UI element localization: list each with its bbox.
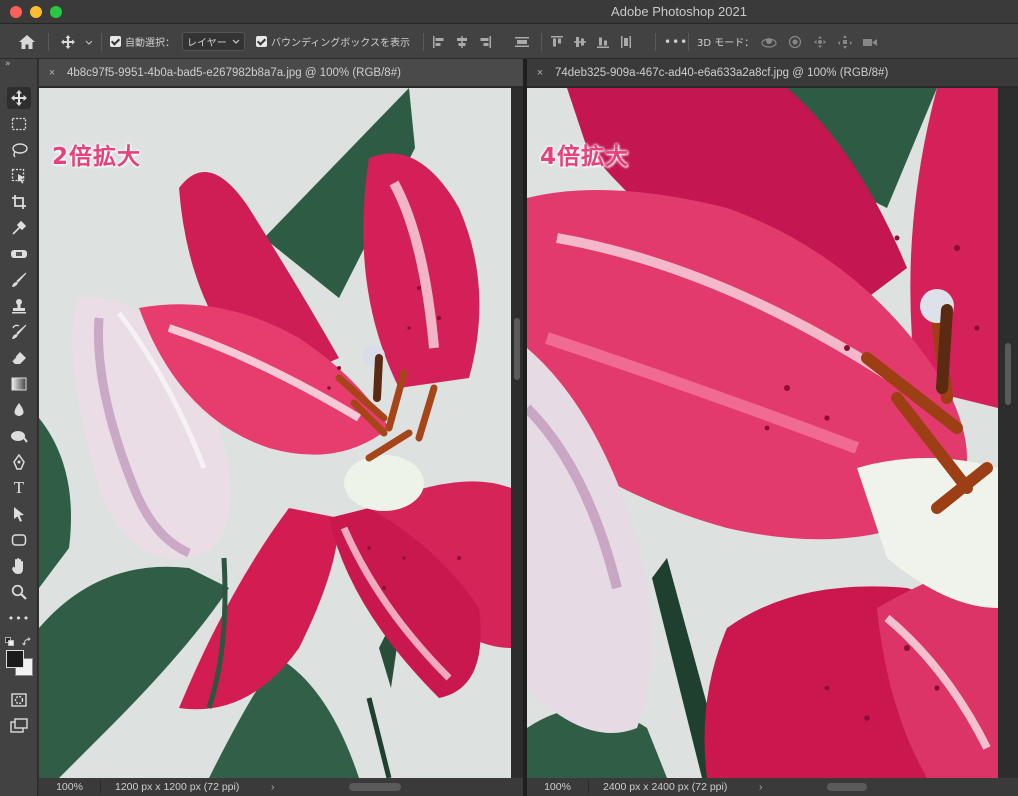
lily-photo-4x bbox=[527, 88, 998, 778]
auto-select-target-dropdown[interactable]: レイヤー bbox=[182, 32, 245, 51]
tools-panel: » T ••• bbox=[0, 59, 38, 796]
auto-select-target-wrap: レイヤー bbox=[182, 24, 245, 59]
marquee-tool-icon[interactable] bbox=[7, 113, 31, 135]
color-swatches[interactable] bbox=[5, 637, 33, 677]
close-tab-icon[interactable]: × bbox=[43, 67, 61, 79]
status-menu-icon[interactable]: › bbox=[271, 781, 283, 793]
title-bar: Adobe Photoshop 2021 bbox=[0, 0, 1018, 24]
distribute-horizontal-icon[interactable] bbox=[514, 24, 530, 59]
quick-mask-icon[interactable] bbox=[7, 689, 31, 711]
gradient-tool-icon[interactable] bbox=[7, 373, 31, 395]
distribute-vertical-icon[interactable] bbox=[619, 35, 633, 49]
more-tools-icon[interactable]: ••• bbox=[7, 607, 31, 629]
lily-photo-2x bbox=[39, 88, 511, 778]
document-window-right: × 74deb325-909a-467c-ad40-e6a633a2a8cf.j… bbox=[527, 59, 1018, 796]
collapse-panel-icon[interactable]: » bbox=[5, 59, 11, 69]
dodge-tool-icon[interactable] bbox=[7, 425, 31, 447]
lasso-tool-icon[interactable] bbox=[7, 139, 31, 161]
document-info: 2400 px x 2400 px (72 ppi) bbox=[603, 781, 728, 793]
document-window-left: × 4b8c97f5-9951-4b0a-bad5-e267982b8a7a.j… bbox=[39, 59, 523, 796]
eraser-tool-icon[interactable] bbox=[7, 347, 31, 369]
document-canvas-right[interactable]: 4倍拡大 bbox=[527, 88, 998, 778]
align-left-icon[interactable] bbox=[432, 35, 446, 49]
document-info: 1200 px x 1200 px (72 ppi) bbox=[115, 781, 240, 793]
close-tab-icon[interactable]: × bbox=[531, 67, 549, 79]
3d-pan-icon[interactable] bbox=[812, 35, 828, 49]
object-select-tool-icon[interactable] bbox=[7, 165, 31, 187]
3d-roll-icon[interactable] bbox=[787, 35, 803, 49]
magnification-caption: 4倍拡大 bbox=[540, 144, 630, 170]
align-vertical-center-icon[interactable] bbox=[573, 35, 587, 49]
3d-slide-icon[interactable] bbox=[837, 34, 853, 49]
screen-mode-icon[interactable] bbox=[7, 715, 31, 737]
foreground-color-swatch[interactable] bbox=[6, 650, 24, 668]
zoom-level[interactable]: 100% bbox=[527, 781, 589, 793]
default-colors-icon[interactable] bbox=[5, 637, 15, 647]
auto-select-label: 自動選択： bbox=[125, 38, 175, 49]
zoom-level[interactable]: 100% bbox=[39, 781, 101, 793]
align-horizontal-center-icon[interactable] bbox=[455, 35, 469, 49]
3d-orbit-icon[interactable] bbox=[760, 35, 778, 49]
blur-tool-icon[interactable] bbox=[7, 399, 31, 421]
align-bottom-icon[interactable] bbox=[596, 35, 610, 49]
show-bounding-box-check[interactable] bbox=[256, 36, 267, 47]
history-brush-tool-icon[interactable] bbox=[7, 321, 31, 343]
magnification-caption: 2倍拡大 bbox=[52, 144, 142, 170]
swap-colors-icon[interactable] bbox=[22, 637, 32, 647]
status-bar: 100% 2400 px x 2400 px (72 ppi) › bbox=[527, 778, 1018, 796]
align-top-icon[interactable] bbox=[550, 35, 564, 49]
vertical-scroll-thumb[interactable] bbox=[1005, 343, 1011, 405]
3d-camera-icon[interactable] bbox=[862, 35, 878, 49]
document-tab-left[interactable]: × 4b8c97f5-9951-4b0a-bad5-e267982b8a7a.j… bbox=[39, 59, 523, 87]
document-tab-title: 4b8c97f5-9951-4b0a-bad5-e267982b8a7a.jpg… bbox=[67, 66, 401, 79]
horizontal-scroll-thumb[interactable] bbox=[349, 783, 401, 791]
3d-mode-group bbox=[760, 24, 878, 59]
vertical-scrollbar[interactable] bbox=[511, 88, 523, 778]
window-title: Adobe Photoshop 2021 bbox=[611, 4, 747, 19]
auto-select-target-value: レイヤー bbox=[187, 38, 227, 49]
align-group-2 bbox=[550, 24, 633, 59]
move-tool-preset-icon[interactable] bbox=[60, 24, 92, 59]
show-bounding-box-label: バウンディングボックスを表示 bbox=[271, 38, 410, 49]
home-icon[interactable] bbox=[18, 24, 36, 59]
type-tool-icon[interactable]: T bbox=[7, 477, 31, 499]
eyedropper-tool-icon[interactable] bbox=[7, 217, 31, 239]
options-bar: 自動選択： レイヤー バウンディングボックスを表示 ••• 3D モード： bbox=[0, 24, 1018, 59]
status-bar: 100% 1200 px x 1200 px (72 ppi) › bbox=[39, 778, 523, 796]
status-menu-icon[interactable]: › bbox=[759, 781, 771, 793]
auto-select-check[interactable] bbox=[110, 36, 121, 47]
brush-tool-icon[interactable] bbox=[7, 269, 31, 291]
zoom-tool-icon[interactable] bbox=[7, 581, 31, 603]
path-select-tool-icon[interactable] bbox=[7, 503, 31, 525]
chevron-down-icon bbox=[232, 39, 240, 44]
document-tab-title: 74deb325-909a-467c-ad40-e6a633a2a8cf.jpg… bbox=[555, 66, 889, 79]
document-canvas-left[interactable]: 2倍拡大 bbox=[39, 88, 511, 778]
pen-tool-icon[interactable] bbox=[7, 451, 31, 473]
more-options-icon[interactable]: ••• bbox=[664, 24, 688, 59]
stamp-tool-icon[interactable] bbox=[7, 295, 31, 317]
3d-mode-label: 3D モード： bbox=[697, 38, 755, 49]
auto-select-checkbox[interactable]: 自動選択： bbox=[110, 24, 175, 59]
shape-tool-icon[interactable] bbox=[7, 529, 31, 551]
hand-tool-icon[interactable] bbox=[7, 555, 31, 577]
move-tool-icon[interactable] bbox=[7, 87, 31, 109]
document-tab-right[interactable]: × 74deb325-909a-467c-ad40-e6a633a2a8cf.j… bbox=[527, 59, 1018, 87]
crop-tool-icon[interactable] bbox=[7, 191, 31, 213]
show-bounding-box-checkbox[interactable]: バウンディングボックスを表示 bbox=[256, 24, 410, 59]
horizontal-scroll-thumb[interactable] bbox=[827, 783, 867, 791]
align-right-icon[interactable] bbox=[478, 35, 492, 49]
vertical-scrollbar[interactable] bbox=[998, 88, 1018, 778]
healing-brush-tool-icon[interactable] bbox=[7, 243, 31, 265]
align-group-1 bbox=[432, 24, 492, 59]
vertical-scroll-thumb[interactable] bbox=[514, 318, 520, 380]
